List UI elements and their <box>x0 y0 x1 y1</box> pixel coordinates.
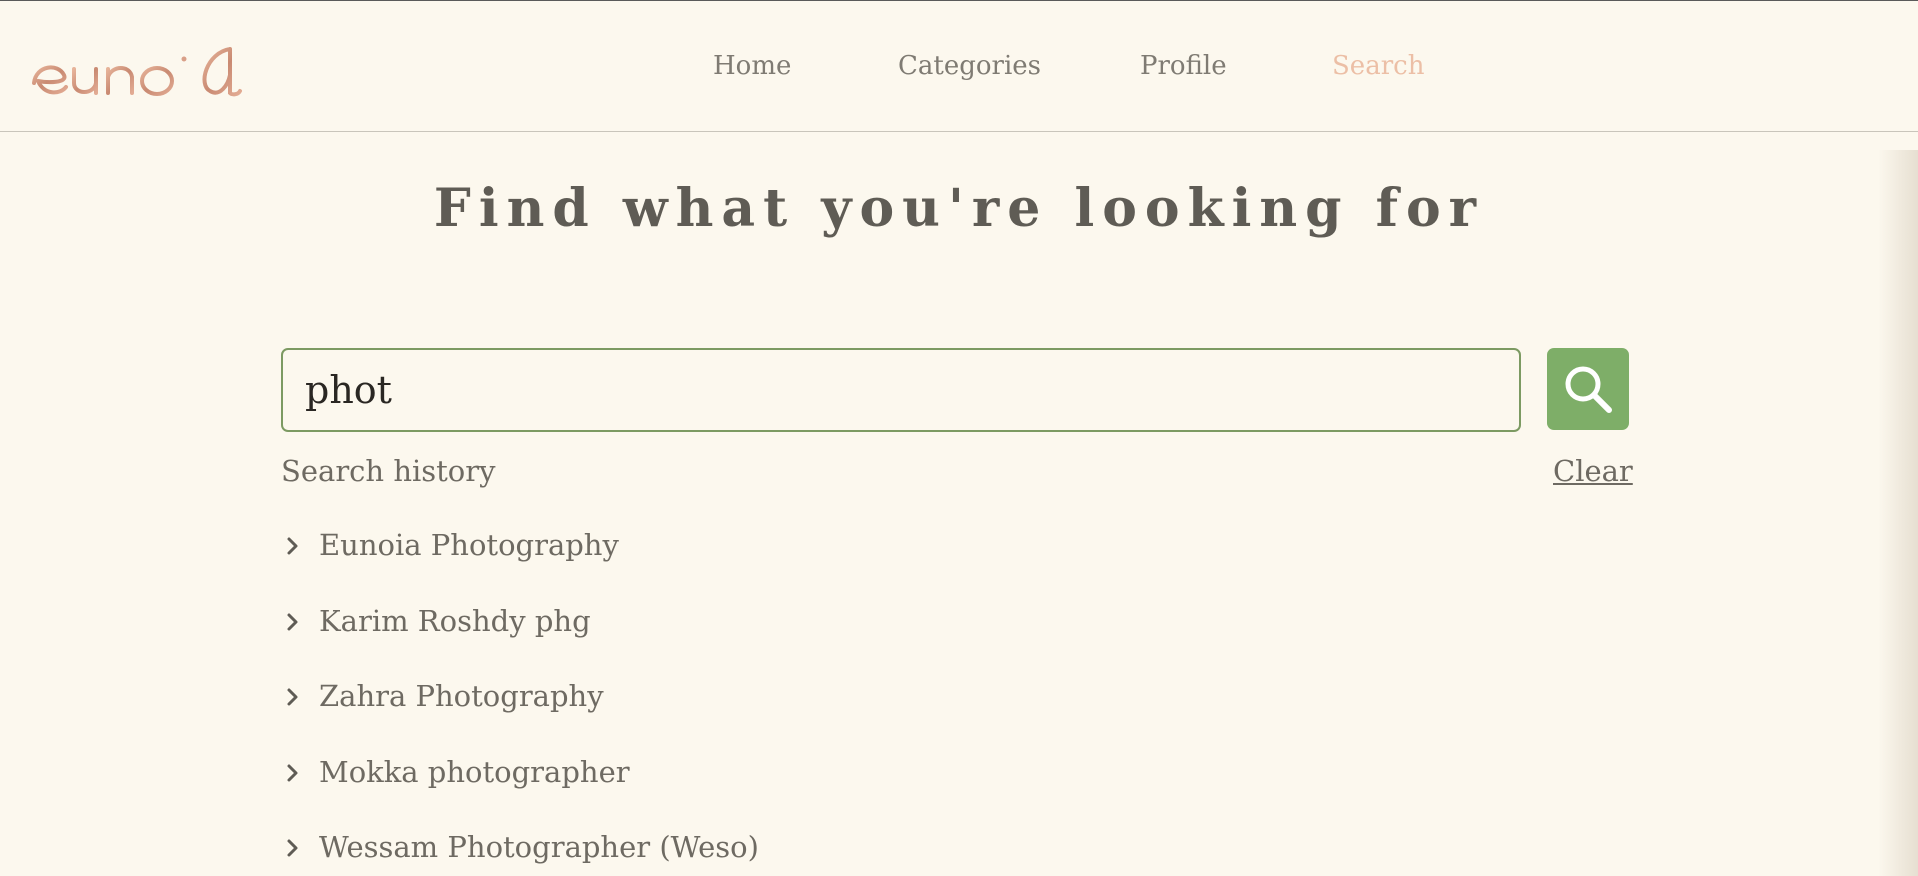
search-button[interactable] <box>1547 348 1629 430</box>
chevron-right-icon <box>287 537 298 555</box>
nav-search[interactable]: Search <box>1332 51 1424 81</box>
history-item-label: Zahra Photography <box>319 679 604 713</box>
nav-profile[interactable]: Profile <box>1140 51 1227 81</box>
nav-home[interactable]: Home <box>713 51 791 81</box>
history-item[interactable]: Eunoia Photography <box>281 525 759 601</box>
history-item-label: Wessam Photographer (Weso) <box>319 830 759 864</box>
eunoia-logo[interactable] <box>30 21 260 111</box>
search-icon <box>1565 366 1612 413</box>
chevron-right-icon <box>287 839 298 857</box>
history-item[interactable]: Karim Roshdy phg <box>281 601 759 677</box>
chevron-right-icon <box>287 613 298 630</box>
eunoia-logo-mark <box>32 47 242 97</box>
clear-label: Clear <box>1553 454 1633 488</box>
history-item[interactable]: Mokka photographer <box>281 752 759 828</box>
history-item-label: Karim Roshdy phg <box>319 603 591 638</box>
search-input[interactable] <box>281 348 1521 432</box>
search-history-list: Eunoia Photography Karim Roshdy phg Zahr… <box>281 525 759 876</box>
history-item-label: Mokka photographer <box>319 754 630 789</box>
site-header: Home Categories Profile Search <box>0 1 1918 132</box>
history-item[interactable]: Zahra Photography <box>281 676 759 752</box>
history-item[interactable]: Wessam Photographer (Weso) <box>281 827 759 876</box>
chevron-right-icon <box>287 764 298 781</box>
clear-history-button[interactable]: Clear <box>1553 454 1633 488</box>
history-item-label: Eunoia Photography <box>319 528 619 562</box>
nav-categories[interactable]: Categories <box>898 51 1041 81</box>
search-history-label: Search history <box>281 454 496 488</box>
page-title: Find what you're looking for <box>433 178 1485 239</box>
side-panel-shadow <box>1878 150 1918 876</box>
chevron-right-icon <box>287 688 298 706</box>
